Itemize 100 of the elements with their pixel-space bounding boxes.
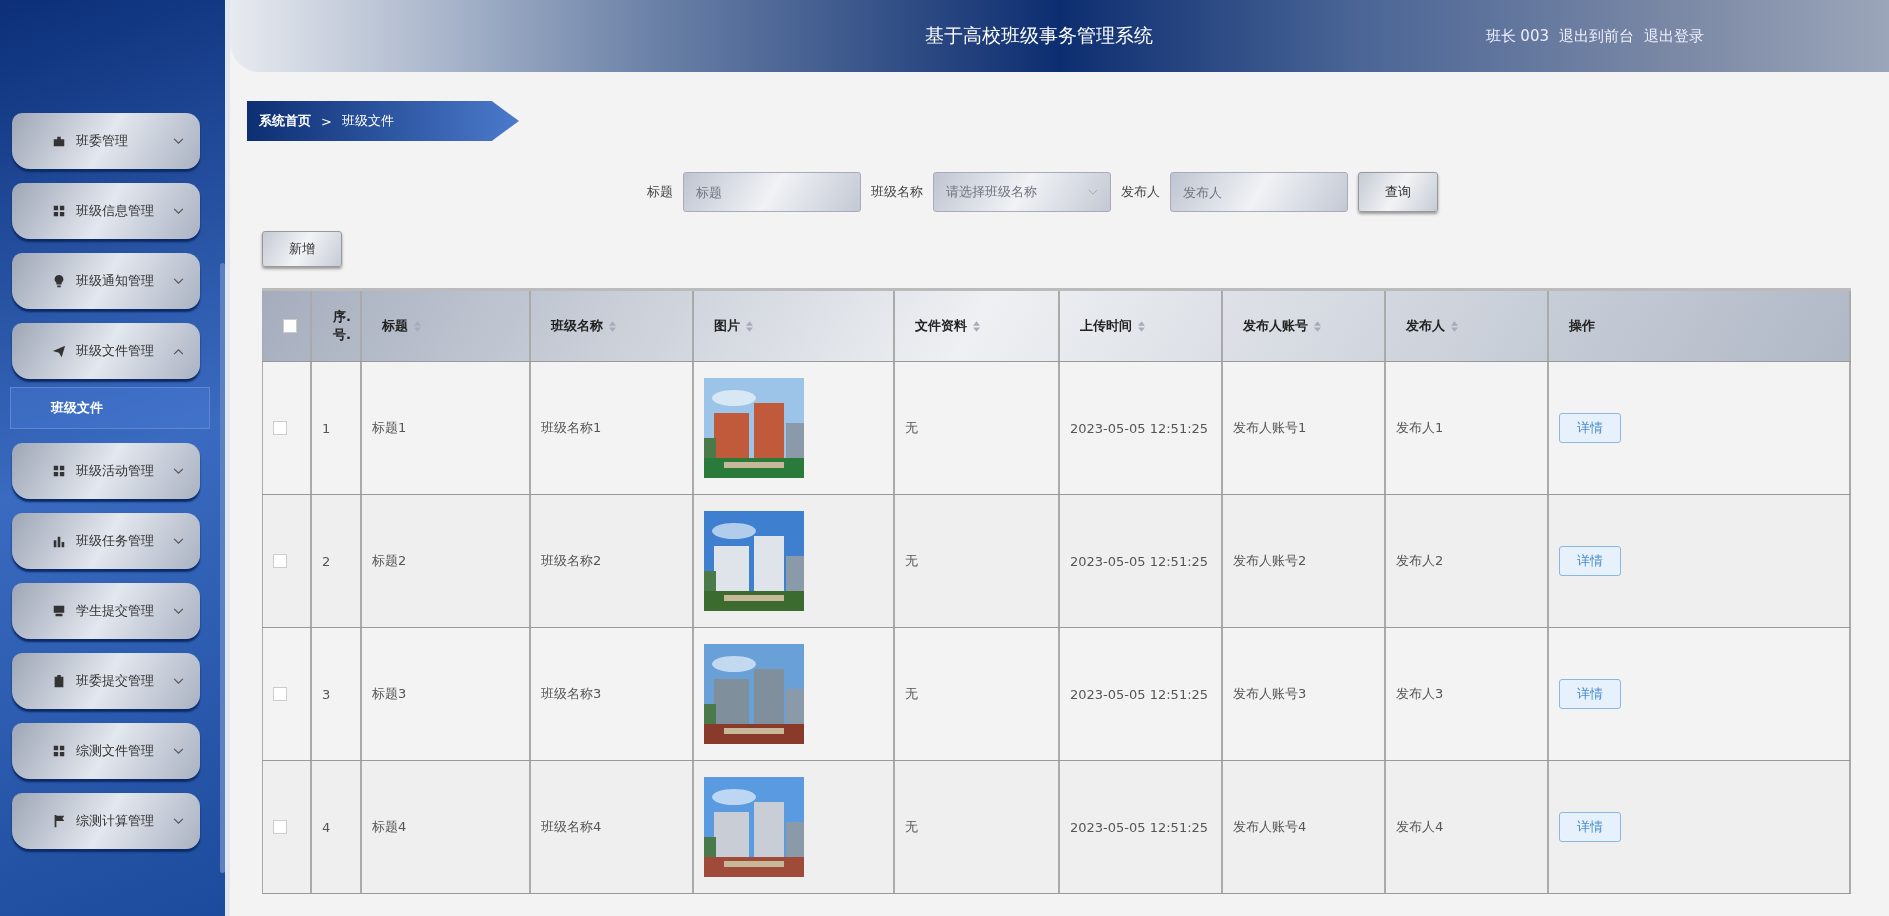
row-number: 3 <box>322 686 331 702</box>
add-button[interactable]: 新增 <box>262 231 342 267</box>
grid-icon <box>52 204 66 218</box>
table-cell: 无 <box>905 685 918 703</box>
menu-item[interactable]: 班级文件管理 <box>12 323 200 379</box>
menu-item[interactable]: 班级信息管理 <box>12 183 200 239</box>
menu-item[interactable]: 班级任务管理 <box>12 513 200 569</box>
paper-plane-icon <box>52 344 66 358</box>
sort-icon[interactable] <box>973 320 980 332</box>
column-title: 序.号. <box>332 308 352 344</box>
table-cell: 标题3 <box>372 685 407 703</box>
menu-item[interactable]: 班委管理 <box>12 113 200 169</box>
bar-chart-icon <box>52 534 66 548</box>
table-cell: 发布人4 <box>1396 818 1444 836</box>
chevron-down-icon <box>173 677 184 685</box>
table-cell: 发布人账号4 <box>1233 818 1307 836</box>
flag-icon <box>52 814 66 828</box>
checkbox[interactable] <box>273 421 287 435</box>
chevron-down-icon <box>173 207 184 215</box>
printer-icon <box>52 604 66 618</box>
table-cell: 发布人1 <box>1396 419 1444 437</box>
sort-icon[interactable] <box>1138 320 1145 332</box>
table-cell: 发布人账号3 <box>1233 685 1307 703</box>
table-cell: 班级名称1 <box>541 419 602 437</box>
grid-icon <box>52 744 66 758</box>
table-cell: 2023-05-05 12:51:25 <box>1070 420 1209 436</box>
row-number: 2 <box>322 553 331 569</box>
menu-item[interactable]: 综测计算管理 <box>12 793 200 849</box>
column-title: 标题 <box>382 317 408 335</box>
table-cell: 发布人账号1 <box>1233 419 1307 437</box>
checkbox[interactable] <box>283 319 297 333</box>
chevron-down-icon <box>173 747 184 755</box>
search-field[interactable]: 发布人 <box>1170 172 1348 212</box>
sort-icon[interactable] <box>746 320 753 332</box>
column-header[interactable]: 发布人账号 <box>1223 291 1386 361</box>
menu-item[interactable]: 班级通知管理 <box>12 253 200 309</box>
briefcase-icon <box>52 134 66 148</box>
table-cell: 2023-05-05 12:51:25 <box>1070 819 1209 835</box>
grid-icon <box>52 464 66 478</box>
column-title: 班级名称 <box>551 317 603 335</box>
breadcrumb-link[interactable]: 班级文件 <box>341 112 394 130</box>
table-cell: 2023-05-05 12:51:25 <box>1070 553 1209 569</box>
table-cell: 班级名称2 <box>541 552 602 570</box>
field-label: 发布人 <box>1121 183 1160 201</box>
menu-item[interactable]: 学生提交管理 <box>12 583 200 639</box>
search-field[interactable]: 标题 <box>683 172 861 212</box>
column-title: 发布人账号 <box>1243 317 1308 335</box>
column-header[interactable]: 文件资料 <box>895 291 1060 361</box>
field-label: 班级名称 <box>871 183 923 201</box>
chevron-down-icon <box>173 467 184 475</box>
column-header[interactable]: 上传时间 <box>1060 291 1223 361</box>
breadcrumb-separator: > <box>321 113 332 129</box>
submenu-item[interactable]: 班级文件 <box>10 387 210 429</box>
column-title: 发布人 <box>1406 317 1445 335</box>
lightbulb-icon <box>52 274 66 288</box>
column-header[interactable]: 班级名称 <box>531 291 694 361</box>
checkbox[interactable] <box>273 820 287 834</box>
column-header[interactable]: 发布人 <box>1386 291 1549 361</box>
table-cell: 标题4 <box>372 818 407 836</box>
table-cell: 无 <box>905 552 918 570</box>
chevron-down-icon <box>173 537 184 545</box>
column-header[interactable]: 标题 <box>362 291 531 361</box>
table-cell: 发布人账号2 <box>1233 552 1307 570</box>
table-cell: 标题2 <box>372 552 407 570</box>
sort-icon[interactable] <box>1451 320 1458 332</box>
chevron-down-icon <box>173 607 184 615</box>
clipboard-icon <box>52 674 66 688</box>
checkbox[interactable] <box>273 687 287 701</box>
sort-icon[interactable] <box>1314 320 1321 332</box>
chevron-up-icon <box>173 347 184 355</box>
menu-item[interactable]: 班级活动管理 <box>12 443 200 499</box>
row-number: 4 <box>322 819 331 835</box>
column-title: 上传时间 <box>1080 317 1132 335</box>
header-link[interactable]: 退出到前台 <box>1559 26 1634 46</box>
menu-item[interactable]: 综测文件管理 <box>12 723 200 779</box>
table-cell: 发布人2 <box>1396 552 1444 570</box>
table-cell: 发布人3 <box>1396 685 1444 703</box>
menu-item[interactable]: 班委提交管理 <box>12 653 200 709</box>
sort-icon[interactable] <box>609 320 616 332</box>
column-title: 文件资料 <box>915 317 967 335</box>
column-header[interactable]: 图片 <box>694 291 895 361</box>
table-cell: 2023-05-05 12:51:25 <box>1070 686 1209 702</box>
column-title: 操作 <box>1569 317 1595 335</box>
table-cell: 标题1 <box>372 419 407 437</box>
table-cell: 班级名称4 <box>541 818 602 836</box>
row-number: 1 <box>322 420 331 436</box>
scrollbar[interactable] <box>220 263 225 873</box>
chevron-down-icon <box>173 277 184 285</box>
table-cell: 无 <box>905 818 918 836</box>
user-name: 班长 003 <box>1485 26 1549 46</box>
chevron-down-icon <box>173 817 184 825</box>
table-cell: 无 <box>905 419 918 437</box>
table-cell: 班级名称3 <box>541 685 602 703</box>
chevron-down-icon <box>173 137 184 145</box>
breadcrumb-link[interactable]: 系统首页 <box>259 112 311 130</box>
checkbox[interactable] <box>273 554 287 568</box>
select-field[interactable]: 请选择班级名称 <box>933 172 1111 212</box>
search-button[interactable]: 查询 <box>1358 172 1438 212</box>
field-label: 标题 <box>647 183 673 201</box>
app-title: 基于高校班级事务管理系统 <box>925 23 1153 48</box>
